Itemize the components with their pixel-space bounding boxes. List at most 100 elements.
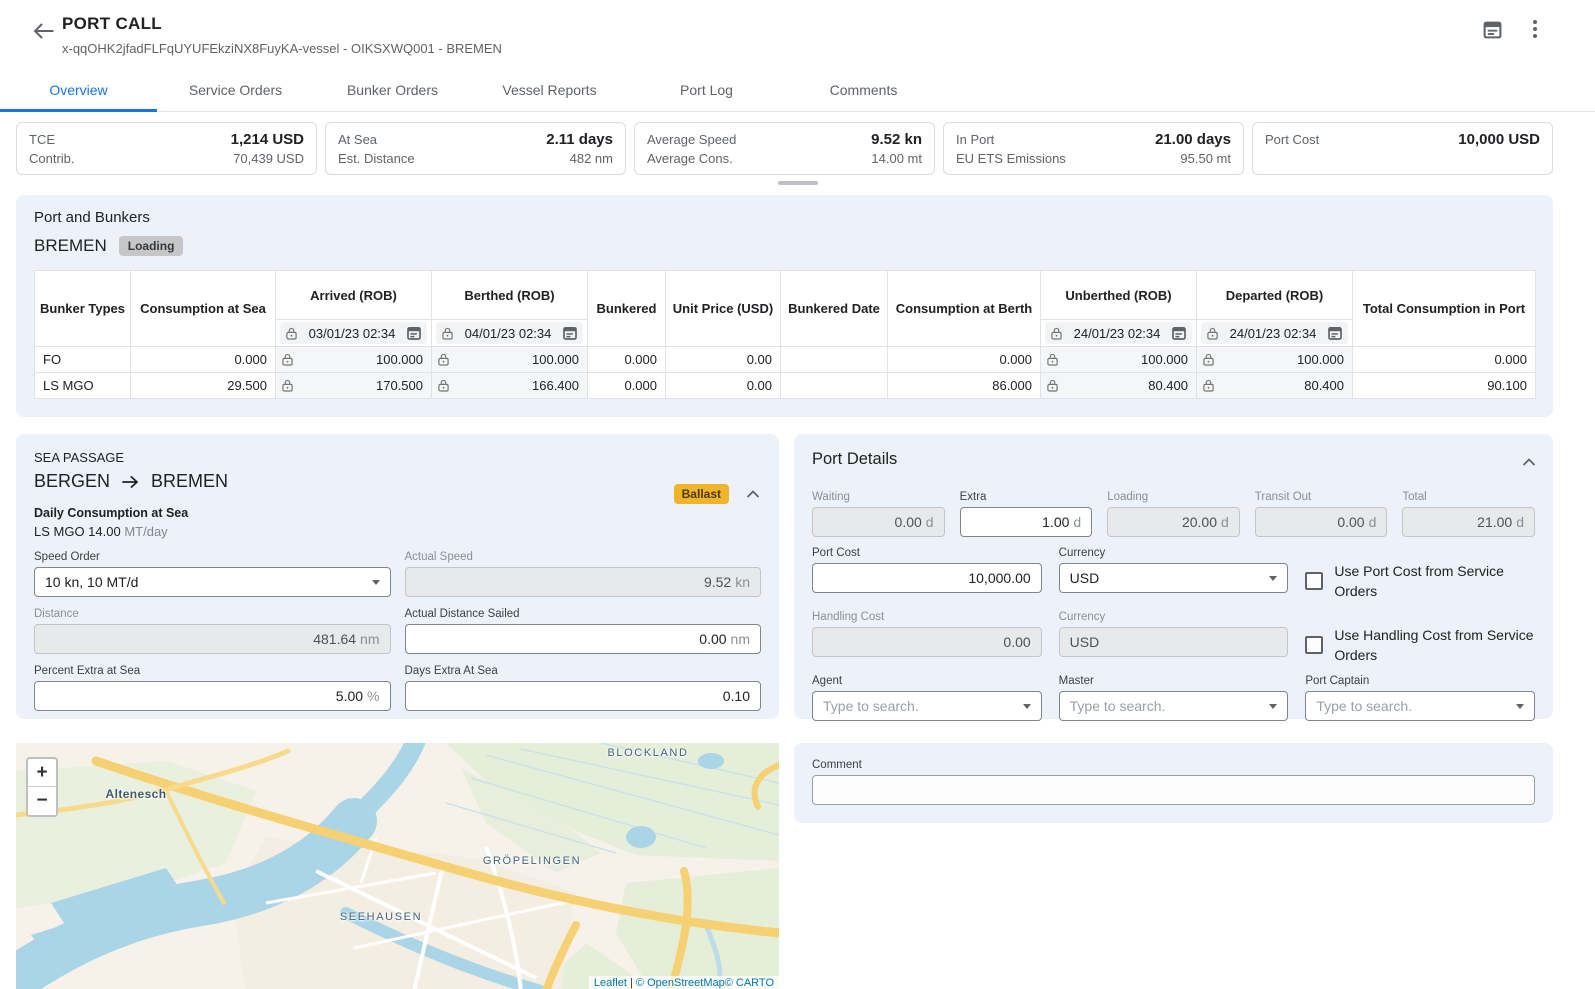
calendar-icon[interactable] [1172, 326, 1186, 340]
cons-berth-cell[interactable]: 86.000 [888, 373, 1041, 399]
status-badge: Loading [119, 236, 184, 256]
port-cost-currency-select[interactable]: USD [1059, 563, 1289, 593]
calendar-button[interactable] [1482, 19, 1503, 40]
extra-input[interactable]: 1.00d [960, 507, 1093, 537]
days-extra-input[interactable]: 0.10 [405, 681, 762, 711]
col-header-arrived-rob: Arrived (ROB) [276, 271, 432, 320]
bunkered-cell[interactable]: 0.000 [588, 373, 666, 399]
stat-card-average-speed: Average Speed9.52 kn Average Cons.14.00 … [634, 122, 935, 175]
total-field: Total 21.00d [1402, 491, 1535, 537]
calendar-icon[interactable] [407, 326, 421, 340]
unberthed-date-input[interactable]: 24/01/23 02:34 [1045, 322, 1192, 344]
back-button[interactable] [30, 20, 56, 46]
unit-price-cell[interactable]: 0.00 [666, 373, 781, 399]
lock-icon[interactable] [1047, 379, 1058, 392]
comment-card: Comment [794, 743, 1553, 823]
cons-sea-cell[interactable]: 29.500 [131, 373, 276, 399]
cons-sea-cell[interactable]: 0.000 [131, 347, 276, 373]
tab-overview[interactable]: Overview [0, 70, 157, 111]
map[interactable]: + − BLOCKLAND Altenesch GRÖPELINGEN SEEH… [16, 743, 779, 989]
master-select[interactable]: Type to search. [1059, 691, 1289, 721]
bunkered-date-cell[interactable] [781, 373, 888, 399]
percent-extra-input[interactable]: 5.00 % [34, 681, 391, 711]
map-label-blockland: BLOCKLAND [607, 747, 688, 759]
stats-collapse-handle[interactable] [778, 181, 818, 185]
bunkered-cell[interactable]: 0.000 [588, 347, 666, 373]
route-destination: BREMEN [151, 471, 228, 492]
speed-order-select[interactable]: 10 kn, 10 MT/d [34, 567, 391, 597]
use-port-cost-checkbox[interactable] [1305, 572, 1323, 590]
checkbox-label: Use Handling Cost from Service Orders [1334, 625, 1535, 665]
comment-input[interactable] [812, 775, 1535, 805]
tab-vessel-reports[interactable]: Vessel Reports [471, 70, 628, 111]
stat-value: 14.00 mt [871, 149, 922, 168]
port-captain-field: Port Captain Type to search. [1305, 675, 1535, 721]
use-handling-cost-field: Use Handling Cost from Service Orders [1305, 611, 1535, 665]
route-origin: BERGEN [34, 471, 110, 492]
osm-link[interactable]: © OpenStreetMap [636, 977, 725, 989]
field-label: Percent Extra at Sea [34, 665, 391, 677]
port-cost-input[interactable]: 10,000.00 [812, 563, 1042, 593]
departed-date-input[interactable]: 24/01/23 02:34 [1201, 322, 1348, 344]
stat-value: 70,439 USD [233, 149, 304, 168]
col-header-departed-rob: Departed (ROB) [1197, 271, 1353, 320]
tab-bunker-orders[interactable]: Bunker Orders [314, 70, 471, 111]
field-label: Actual Distance Sailed [405, 608, 762, 620]
lock-icon[interactable] [282, 353, 293, 366]
unit-price-cell[interactable]: 0.00 [666, 347, 781, 373]
caret-down-icon [1516, 704, 1524, 709]
berthed-date-input[interactable]: 04/01/23 02:34 [436, 322, 583, 344]
stat-value: 21.00 days [1155, 130, 1231, 149]
tab-port-log[interactable]: Port Log [628, 70, 785, 111]
stat-card-port-cost: Port Cost10,000 USD [1252, 122, 1553, 175]
collapse-section-button[interactable] [743, 482, 763, 505]
lock-icon[interactable] [438, 353, 449, 366]
tab-service-orders[interactable]: Service Orders [157, 70, 314, 111]
col-header-bunkered-date: Bunkered Date [781, 271, 888, 347]
master-field: Master Type to search. [1059, 675, 1289, 721]
table-row-ls-mgo: LS MGO 29.500 170.500 166.400 0.000 0.00… [35, 373, 1536, 399]
stat-value: 482 nm [570, 149, 613, 168]
arrived-rob-cell: 170.500 [376, 378, 423, 393]
lock-icon[interactable] [1047, 353, 1058, 366]
unberthed-date-value: 24/01/23 02:34 [1067, 326, 1167, 341]
tab-comments[interactable]: Comments [785, 70, 942, 111]
lock-icon[interactable] [282, 379, 293, 392]
use-handling-cost-checkbox[interactable] [1305, 636, 1323, 654]
port-and-bunkers-card: Port and Bunkers BREMEN Loading Bunker T… [16, 195, 1553, 417]
daily-consumption-value: LS MGO 14.00 [34, 524, 121, 539]
map-tiles [16, 743, 779, 989]
caret-down-icon [1023, 704, 1031, 709]
stat-label: Contrib. [29, 149, 75, 168]
zoom-out-button[interactable]: − [28, 787, 56, 815]
stat-card-at-sea: At Sea2.11 days Est. Distance482 nm [325, 122, 626, 175]
lock-icon[interactable] [1203, 353, 1214, 366]
checkbox-label: Use Port Cost from Service Orders [1334, 561, 1535, 601]
lock-icon[interactable] [1203, 379, 1214, 392]
zoom-in-button[interactable]: + [28, 759, 56, 787]
port-captain-select[interactable]: Type to search. [1305, 691, 1535, 721]
unberthed-rob-cell: 80.400 [1148, 378, 1188, 393]
page-title: PORT CALL [62, 14, 1595, 34]
map-zoom-control: + − [26, 757, 58, 817]
unberthed-rob-cell: 100.000 [1141, 352, 1188, 367]
kebab-menu-button[interactable] [1527, 18, 1543, 40]
lock-icon[interactable] [438, 379, 449, 392]
kebab-menu-icon [1533, 20, 1537, 24]
departed-date-value: 24/01/23 02:34 [1223, 326, 1323, 341]
bunkered-date-cell[interactable] [781, 347, 888, 373]
extra-field: Extra 1.00d [960, 491, 1093, 537]
stat-label: EU ETS Emissions [956, 149, 1066, 168]
cons-berth-cell[interactable]: 0.000 [888, 347, 1041, 373]
col-header-unit-price: Unit Price (USD) [666, 271, 781, 347]
arrived-date-input[interactable]: 03/01/23 02:34 [280, 322, 427, 344]
carto-link[interactable]: © CARTO [725, 977, 774, 989]
agent-select[interactable]: Type to search. [812, 691, 1042, 721]
leaflet-link[interactable]: Leaflet [594, 977, 627, 989]
arrived-rob-cell: 100.000 [376, 352, 423, 367]
calendar-icon[interactable] [563, 326, 577, 340]
handling-cost-currency-field: Currency USD [1059, 611, 1289, 665]
calendar-icon[interactable] [1328, 326, 1342, 340]
actual-distance-sailed-input[interactable]: 0.00 nm [405, 624, 762, 654]
collapse-section-button[interactable] [1519, 450, 1539, 473]
